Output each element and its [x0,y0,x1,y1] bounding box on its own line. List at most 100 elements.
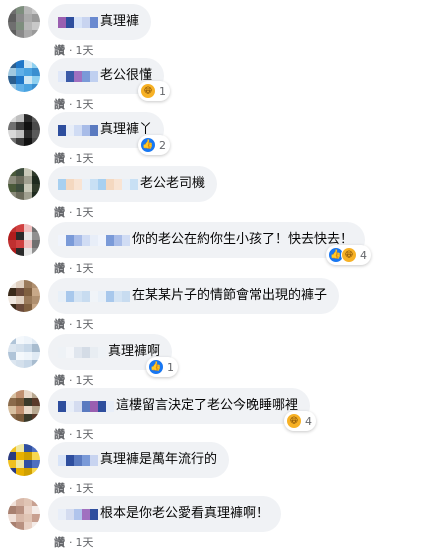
haha-icon: 😆 [140,83,157,99]
comment-bubble: 在某某片子的情節會常出現的褲子 [48,278,340,314]
like-link[interactable]: 讚 [54,318,65,331]
reaction-count: 2 [159,138,167,152]
separator-dot: · [69,374,73,387]
comment: 老公很懂讚 · 1天 😆 1 [0,58,448,112]
comment-text: 老公老司機 [140,176,206,191]
comment: 真理褲是萬年流行的讚 · 1天 [0,442,448,496]
comment-meta: 讚 · 1天 [54,372,94,388]
like-link[interactable]: 讚 [54,482,65,495]
comment-text: 根本是你老公愛看真理褲啊！ [100,506,270,521]
reaction-count: 4 [305,414,313,428]
like-link[interactable]: 讚 [54,262,65,275]
comment-meta: 讚 · 1天 [54,534,94,550]
avatar[interactable] [8,444,40,476]
comment-bubble: 真理褲是萬年流行的 [48,442,230,478]
author-name-redacted[interactable] [58,346,106,358]
comment-age[interactable]: 1天 [76,536,94,549]
avatar[interactable] [8,60,40,92]
like-link[interactable]: 讚 [54,44,65,57]
comment: 老公老司機讚 · 1天 [0,166,448,220]
comment-age[interactable]: 1天 [76,262,94,275]
separator-dot: · [69,318,73,331]
comment-meta: 讚 · 1天 [54,204,94,220]
haha-icon: 😆 [341,247,358,263]
comment-meta: 讚 · 1天 [54,480,94,496]
comment-text: 這樓留言決定了老公今晚睡哪裡 [116,398,299,413]
separator-dot: · [69,152,73,165]
comment: 根本是你老公愛看真理褲啊！ 讚 · 1天 [0,496,448,550]
comment-age[interactable]: 1天 [76,428,94,441]
comment-meta: 讚 · 1天 [54,260,94,276]
author-name-redacted[interactable] [58,454,98,466]
like-link[interactable]: 讚 [54,206,65,219]
comment-age[interactable]: 1天 [76,152,94,165]
reaction-summary[interactable]: 👍 2 [138,135,171,155]
comment-age[interactable]: 1天 [76,374,94,387]
author-name-redacted[interactable] [58,124,98,136]
comment: 在某某片子的情節會常出現的褲子讚 · 1天 [0,278,448,332]
comment-text: 你的老公在約你生小孩了！快去快去！ [132,232,354,247]
reaction-summary[interactable]: 👍 1 [146,357,179,377]
like-link[interactable]: 讚 [54,374,65,387]
author-name-redacted[interactable] [58,290,130,302]
comment: 真理褲啊讚 · 1天 👍 1 [0,334,448,388]
like-link[interactable]: 讚 [54,428,65,441]
like-icon: 👍 [140,137,157,153]
avatar[interactable] [8,336,40,368]
like-link[interactable]: 讚 [54,536,65,549]
comment-age[interactable]: 1天 [76,206,94,219]
reaction-count: 1 [167,360,175,374]
avatar[interactable] [8,224,40,256]
avatar[interactable] [8,168,40,200]
comment-text: 真理褲是萬年流行的 [100,452,218,467]
comment-age[interactable]: 1天 [76,482,94,495]
comment: 真理褲讚 · 1天 [0,4,448,58]
author-name-redacted[interactable] [58,70,98,82]
author-name-redacted[interactable] [58,178,138,190]
reaction-count: 4 [360,248,368,262]
comment-age[interactable]: 1天 [76,98,94,111]
like-link[interactable]: 讚 [54,152,65,165]
author-name-redacted[interactable] [58,234,130,246]
comment-meta: 讚 · 1天 [54,96,94,112]
author-name-redacted[interactable] [58,508,98,520]
separator-dot: · [69,536,73,549]
author-name-redacted[interactable] [58,400,114,412]
avatar[interactable] [8,390,40,422]
reaction-summary[interactable]: 😆 4 [284,411,317,431]
like-icon: 👍 [148,359,165,375]
comment-bubble: 你的老公在約你生小孩了！快去快去！ [48,222,366,258]
separator-dot: · [69,206,73,219]
comment-text: 真理褲 [100,14,140,29]
author-name-redacted[interactable] [58,16,98,28]
comment-bubble: 真理褲 [48,4,152,40]
comment-meta: 讚 · 1天 [54,426,94,442]
comment-meta: 讚 · 1天 [54,150,94,166]
separator-dot: · [69,262,73,275]
reaction-summary[interactable]: 😆 1 [138,81,171,101]
comment-age[interactable]: 1天 [76,318,94,331]
comment-text: 在某某片子的情節會常出現的褲子 [132,288,328,303]
comment-meta: 讚 · 1天 [54,316,94,332]
comment-bubble: 根本是你老公愛看真理褲啊！ [48,496,282,532]
avatar[interactable] [8,114,40,146]
separator-dot: · [69,428,73,441]
comment: 這樓留言決定了老公今晚睡哪裡讚 · 1天 😆 4 [0,388,448,442]
avatar[interactable] [8,6,40,38]
comment-bubble: 老公老司機 [48,166,218,202]
comment-age[interactable]: 1天 [76,44,94,57]
reaction-count: 1 [159,84,167,98]
avatar[interactable] [8,280,40,312]
separator-dot: · [69,98,73,111]
avatar[interactable] [8,498,40,530]
comment: 你的老公在約你生小孩了！快去快去！ 讚 · 1天 👍 😆 4 [0,222,448,276]
comment-meta: 讚 · 1天 [54,42,94,58]
comment-bubble: 這樓留言決定了老公今晚睡哪裡 [48,388,311,424]
haha-icon: 😆 [286,413,303,429]
like-link[interactable]: 讚 [54,98,65,111]
separator-dot: · [69,44,73,57]
comment: 真理褲丫讚 · 1天 👍 2 [0,112,448,166]
reaction-summary[interactable]: 👍 😆 4 [326,245,372,265]
separator-dot: · [69,482,73,495]
comment-feed: 真理褲讚 · 1天 老公很懂讚 · 1天 😆 1 真理褲丫讚 · 1天 👍 2 老公老司機讚 · 1天 你的老公… [0,0,448,549]
